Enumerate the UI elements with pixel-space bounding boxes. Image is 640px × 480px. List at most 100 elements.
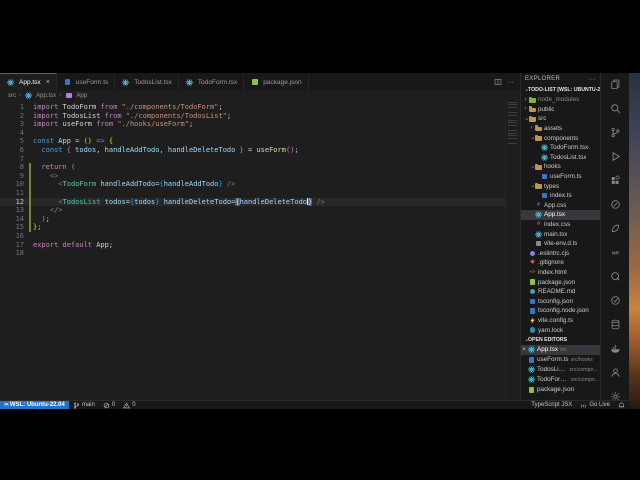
tree-item-App.css[interactable]: # App.css	[521, 201, 600, 211]
tree-item-README.md[interactable]: README.md	[521, 287, 600, 297]
tree-item-TodoForm.tsx[interactable]: TodoForm.tsx	[521, 143, 600, 153]
open-editor-package.json[interactable]: package.json	[521, 385, 600, 395]
status-errors[interactable]: 0	[99, 401, 119, 409]
breadcrumb-item-src[interactable]: src	[8, 93, 16, 99]
split-editor-icon[interactable]	[494, 73, 502, 91]
tree-item-.gitignore[interactable]: ◆ .gitignore	[521, 258, 600, 268]
files-icon[interactable]	[609, 78, 622, 91]
run-debug-icon[interactable]	[609, 150, 622, 163]
explorer-more-actions-icon[interactable]: ···	[588, 76, 596, 83]
code-line-9[interactable]: 9 <>	[0, 171, 505, 181]
more-actions-icon[interactable]: ···	[507, 79, 514, 86]
code-line-13[interactable]: 13 </>	[0, 206, 505, 215]
tree-item-.eslintrc.cjs[interactable]: .eslintrc.cjs	[521, 249, 600, 259]
extensions-icon[interactable]	[609, 174, 622, 187]
tsconfig-icon	[529, 298, 536, 305]
pen-circle-icon[interactable]	[609, 198, 622, 211]
code-line-18[interactable]: 18	[0, 249, 505, 258]
tab-TodoForm.tsx[interactable]: TodoForm.tsx	[178, 73, 245, 91]
minimap-line	[508, 111, 517, 113]
code-line-14[interactable]: 14 );	[0, 214, 505, 224]
code-line-8[interactable]: 8 return (	[0, 163, 505, 172]
code-line-4[interactable]: 4	[0, 129, 505, 138]
code-line-1[interactable]: 1 import TodoForm from "./components/Todo…	[0, 103, 505, 112]
breadcrumb-item-App[interactable]: App	[64, 92, 87, 99]
tree-item-index.html[interactable]: <> index.html	[521, 268, 600, 278]
tree-item-tsconfig.node.json[interactable]: tsconfig.node.json	[521, 306, 600, 316]
q-badge-icon[interactable]	[609, 270, 622, 283]
code-editor[interactable]: 1 import TodoForm from "./components/Todo…	[0, 100, 520, 400]
minimap[interactable]	[505, 100, 519, 400]
code-line-11[interactable]: 11	[0, 188, 505, 198]
minimap-line	[508, 143, 517, 145]
tree-item-components[interactable]: › components	[521, 133, 600, 143]
docker-icon[interactable]	[609, 342, 622, 355]
section-open-editors[interactable]: › OPEN EDITORS	[521, 335, 600, 345]
open-editor-detail: src/hooks	[570, 356, 593, 363]
status-warnings[interactable]: 0	[119, 401, 139, 409]
git-modified-indicator	[29, 223, 31, 232]
open-editor-useForm.ts[interactable]: useForm.ts src/hooks	[521, 355, 600, 365]
open-editor-TodosList.tsx[interactable]: TodosList.tsxsrc/components	[521, 365, 600, 375]
code-line-12[interactable]: 12 <TodosList todos={todos} handleDelete…	[0, 197, 505, 207]
tree-item-index.ts[interactable]: index.ts	[521, 191, 600, 201]
tree-item-src[interactable]: › src	[521, 114, 600, 124]
line-number: 8	[19, 163, 24, 172]
source-control-icon[interactable]	[609, 126, 622, 139]
tree-item-vite-env.d.ts[interactable]: vite-env.d.ts	[521, 239, 600, 249]
tree-item-App.tsx[interactable]: App.tsx	[521, 210, 600, 220]
code-line-7[interactable]: 7	[0, 155, 505, 164]
open-editor-TodoForm.tsx[interactable]: TodoForm.tsxsrc/compone…	[521, 375, 600, 385]
code-line-16[interactable]: 16	[0, 232, 505, 241]
code-line-17[interactable]: 17 export default App;	[0, 241, 505, 250]
search-icon[interactable]	[609, 102, 622, 115]
tree-item-tsconfig.json[interactable]: tsconfig.json	[521, 296, 600, 306]
tab-package.json[interactable]: package.json	[244, 73, 309, 91]
status-go-live[interactable]: Go Live	[576, 401, 614, 409]
npm-icon	[529, 279, 536, 286]
database-icon[interactable]	[609, 318, 622, 331]
check-circle-icon[interactable]	[609, 294, 622, 307]
code-line-2[interactable]: 2 import TodosList from "./components/Tod…	[0, 112, 505, 121]
section-project[interactable]: › TODO-LIST [WSL: UBUNTU-22.04]	[521, 85, 600, 95]
code-line-6[interactable]: 6 const { todos, handleAddTodo, handleDe…	[0, 146, 505, 155]
status-remote[interactable]: >< WSL: Ubuntu-22.04	[0, 401, 69, 409]
breadcrumb-item-App.tsx[interactable]: App.tsx	[24, 92, 56, 99]
minimap-line	[508, 135, 517, 137]
tree-item-index.css[interactable]: # index.css	[521, 220, 600, 230]
tree-item-hooks[interactable]: › hooks	[521, 162, 600, 172]
nr-badge-icon[interactable]: NR	[609, 246, 622, 259]
chevron-icon: ›	[530, 124, 533, 132]
tab-useForm.ts[interactable]: useForm.ts	[56, 73, 116, 91]
code-line-5[interactable]: 5 const App = () => {	[0, 137, 505, 146]
tree-item-useForm.ts[interactable]: useForm.ts	[521, 172, 600, 182]
status-branch[interactable]: main	[69, 401, 99, 409]
status-language-mode[interactable]: TypeScript JSX	[527, 401, 576, 409]
code-line-3[interactable]: 3 import useForm from "./hooks/useForm";	[0, 120, 505, 129]
tree-item-vite.config.ts[interactable]: vite.config.ts	[521, 316, 600, 326]
line-number: 14	[15, 214, 24, 223]
tree-item-TodosList.tsx[interactable]: TodosList.tsx	[521, 153, 600, 163]
code-line-15[interactable]: 15};	[0, 223, 505, 232]
tab-App.tsx[interactable]: App.tsx ×	[0, 73, 57, 91]
open-editor-detail: src	[560, 346, 567, 353]
leaf-icon[interactable]	[609, 222, 622, 235]
tree-item-label: vite.config.ts	[538, 316, 573, 324]
tree-item-assets[interactable]: › assets	[521, 124, 600, 134]
tree-item-package.json[interactable]: package.json	[521, 277, 600, 287]
code-area[interactable]: 1 import TodoForm from "./components/Todo…	[0, 103, 505, 258]
status-notifications[interactable]	[614, 401, 629, 409]
account-icon[interactable]	[609, 366, 622, 379]
code-line-10[interactable]: 10 <TodoForm handleAddTodo={handleAddTod…	[0, 180, 505, 189]
close-icon[interactable]: ×	[521, 346, 527, 353]
tree-item-types[interactable]: › types	[521, 181, 600, 191]
tab-label: TodosList.tsx	[134, 78, 172, 86]
line-number: 11	[15, 188, 24, 197]
tab-TodosList.tsx[interactable]: TodosList.tsx	[115, 73, 179, 91]
tree-item-yarn.lock[interactable]: yarn.lock	[521, 325, 600, 335]
open-editor-App.tsx[interactable]: × App.tsx src	[521, 344, 600, 355]
close-icon[interactable]: ×	[46, 79, 50, 86]
tree-item-main.tsx[interactable]: main.tsx	[521, 229, 600, 239]
tree-item-public[interactable]: › public	[521, 105, 600, 115]
tree-item-node_modules[interactable]: › node_modules	[521, 95, 600, 105]
